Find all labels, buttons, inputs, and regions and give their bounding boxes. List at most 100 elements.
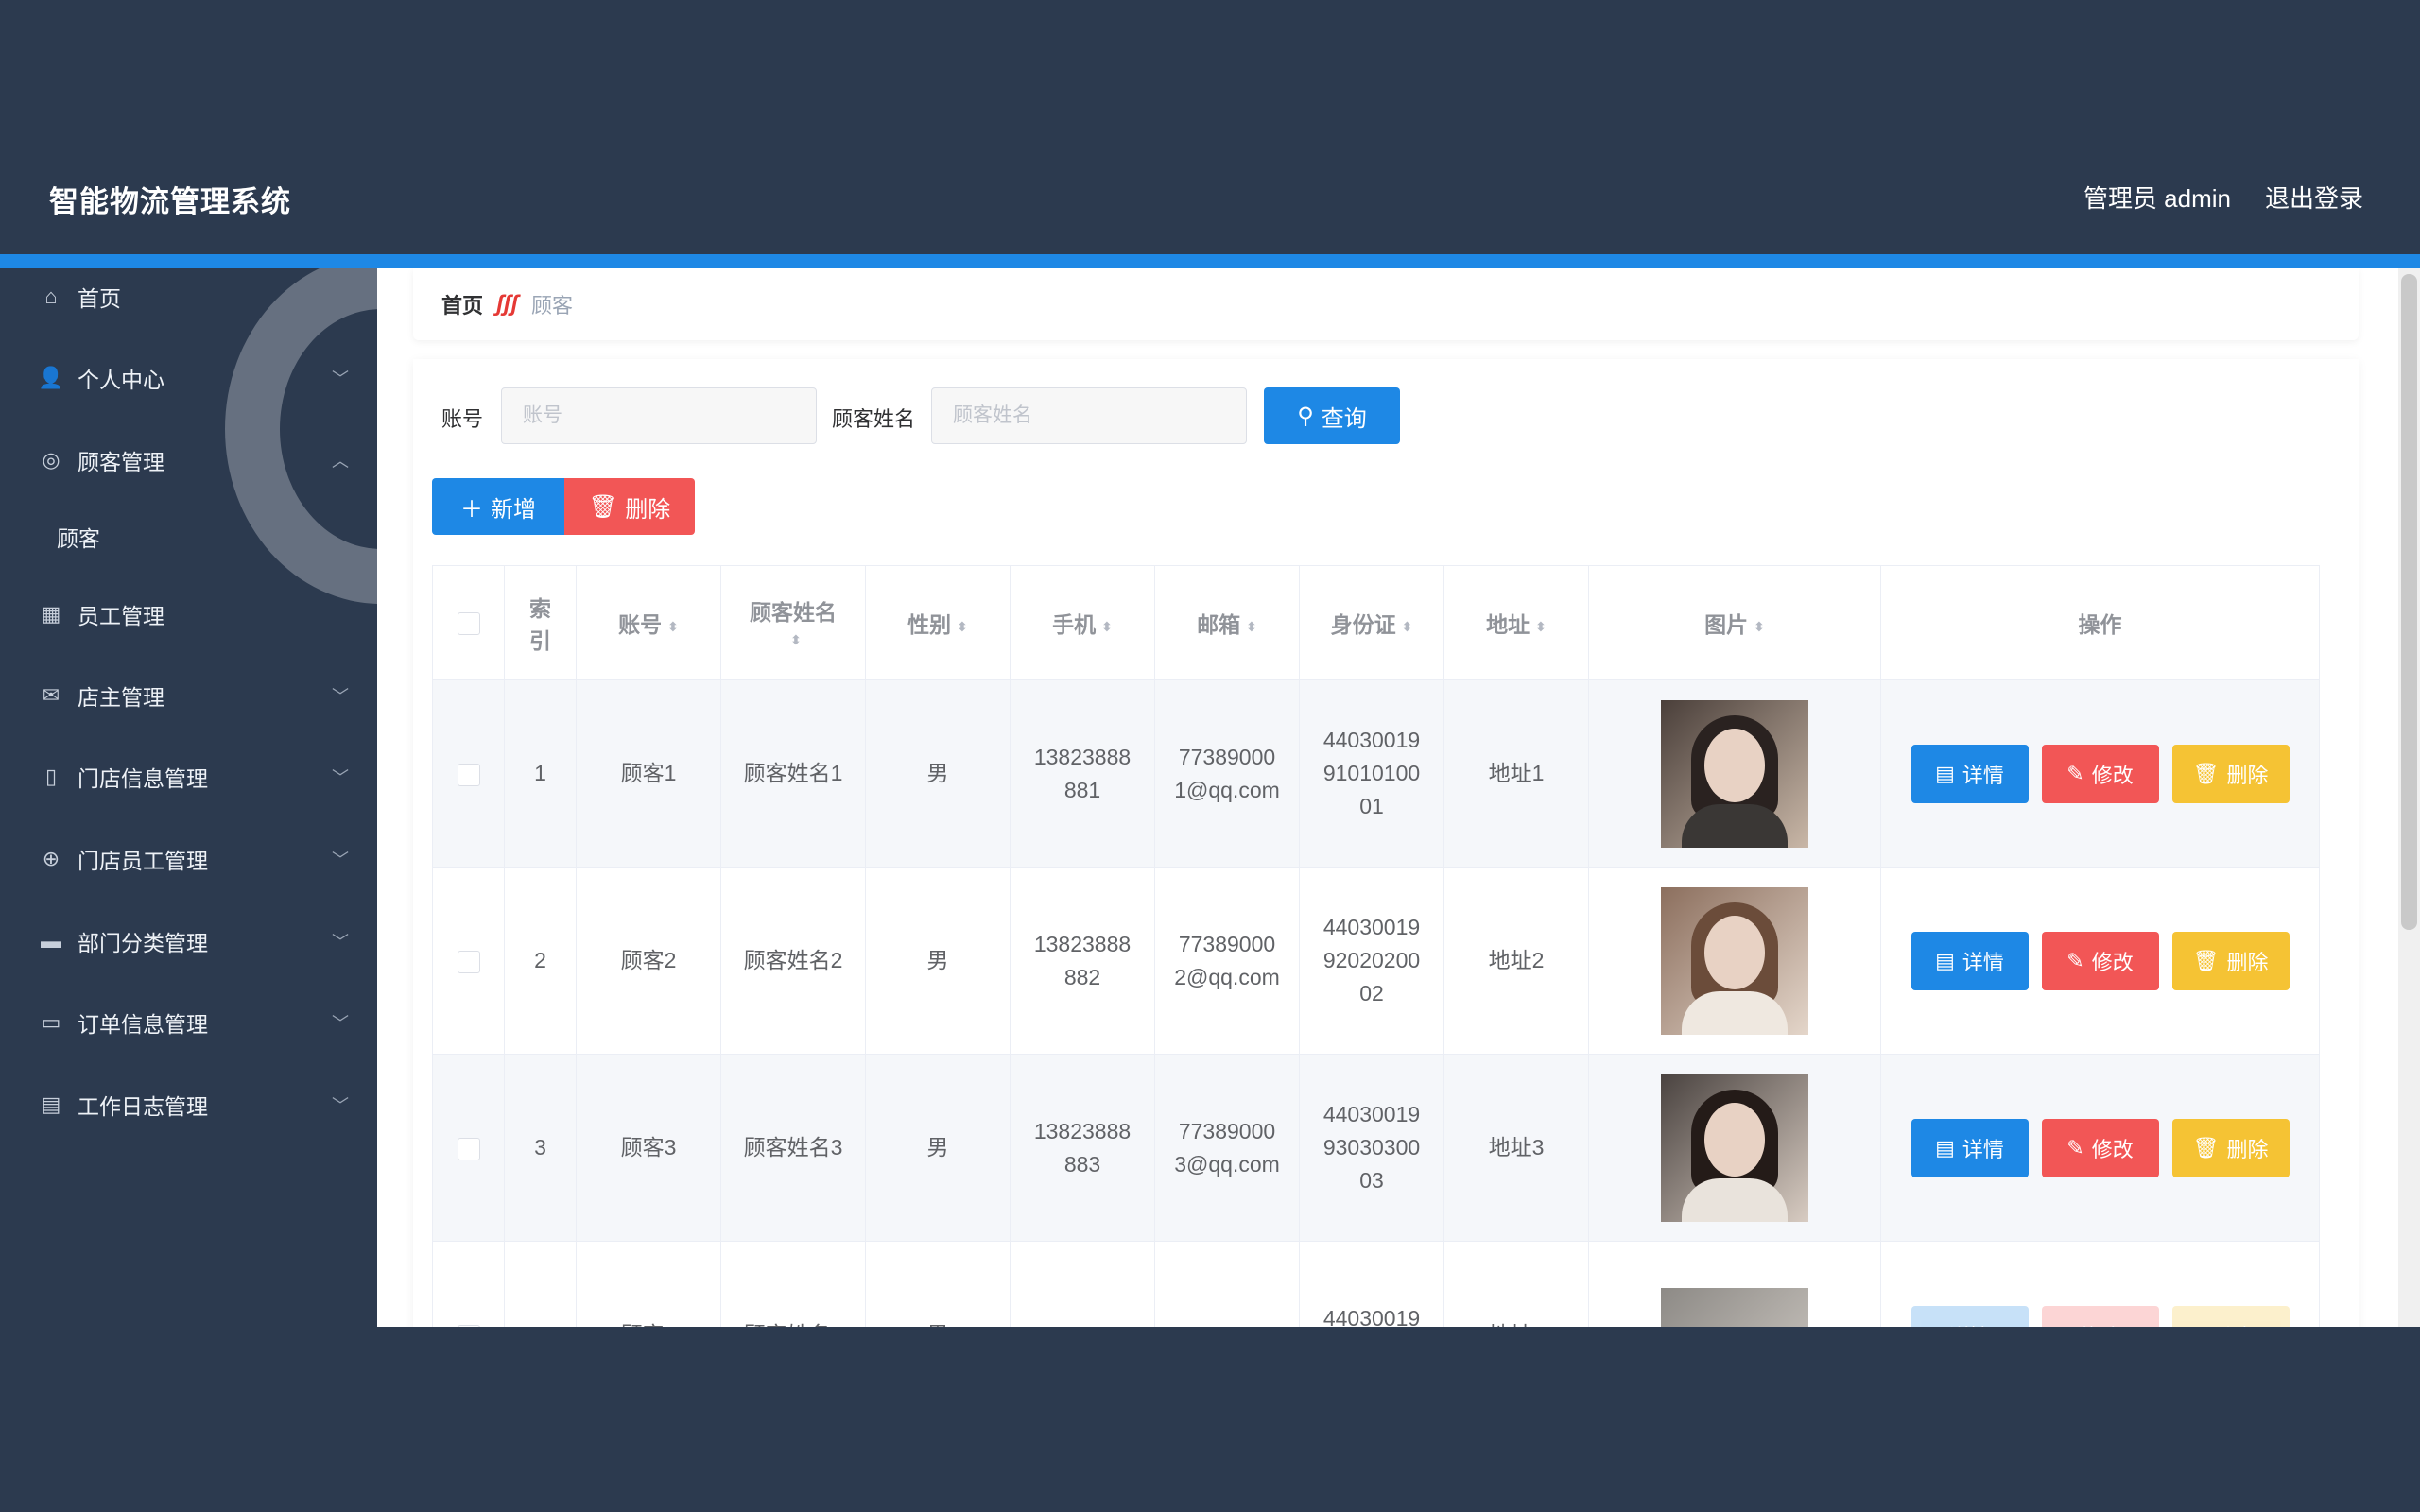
- trash-icon: 🗑: [2192, 1135, 2220, 1160]
- select-all-checkbox[interactable]: [457, 612, 480, 636]
- account-input[interactable]: [501, 387, 817, 444]
- cell-customer-name: 顾客姓名1: [720, 679, 866, 868]
- edit-button[interactable]: ✎ 修改: [2041, 1118, 2159, 1177]
- add-button[interactable]: ＋ 新增: [432, 478, 564, 535]
- cell-phone: 13823888: [1010, 1241, 1155, 1327]
- table-row: 4 顾客4 顾客姓名4 男 13823888 77389000 44030019…: [432, 1241, 2320, 1327]
- cell-address: 地址4: [1443, 1241, 1589, 1327]
- sort-icon[interactable]: ⬍: [1535, 620, 1547, 633]
- sidebar-item-department-management[interactable]: ▬ 部门分类管理 ﹀: [0, 913, 377, 970]
- header-account[interactable]: 账号 ⬍: [576, 565, 721, 680]
- cell-photo: [1588, 1054, 1881, 1242]
- header-operations: 操作: [1880, 565, 2320, 680]
- batch-delete-button[interactable]: 🗑 删除: [564, 478, 695, 535]
- cell-index: 4: [504, 1241, 577, 1327]
- app-title: 智能物流管理系统: [49, 185, 291, 218]
- detail-button[interactable]: ▤ 详情: [1910, 931, 2029, 990]
- cell-customer-name: 顾客姓名3: [720, 1054, 866, 1242]
- cell-address: 地址2: [1443, 867, 1589, 1055]
- cell-index: 1: [504, 679, 577, 868]
- header-address[interactable]: 地址 ⬍: [1443, 565, 1589, 680]
- delete-button[interactable]: 🗑 删除: [2171, 1118, 2290, 1177]
- edit-button[interactable]: ✎ 修改: [2041, 931, 2159, 990]
- cell-photo: [1588, 1241, 1881, 1327]
- scrollbar-thumb[interactable]: [2401, 274, 2417, 930]
- sort-icon[interactable]: ⬍: [667, 620, 679, 633]
- cell-email: 77389000 2@qq.com: [1154, 867, 1300, 1055]
- customer-name-input[interactable]: [931, 387, 1247, 444]
- header-customer-name[interactable]: 顾客姓名 ⬍: [720, 565, 866, 680]
- breadcrumb-home[interactable]: 首页: [441, 289, 483, 319]
- breadcrumb-current: 顾客: [531, 294, 574, 318]
- customer-photo[interactable]: [1661, 1074, 1808, 1222]
- row-checkbox[interactable]: [457, 1137, 480, 1160]
- briefcase-icon: ▤: [41, 1092, 61, 1116]
- customer-name-label: 顾客姓名: [832, 407, 916, 431]
- cell-email: 77389000: [1154, 1241, 1300, 1327]
- delete-button[interactable]: 🗑 删除: [2171, 931, 2290, 990]
- sidebar-subitem-customer[interactable]: 顾客: [57, 510, 100, 563]
- cell-phone: 13823888 882: [1010, 867, 1155, 1055]
- sidebar-item-worklog-management[interactable]: ▤ 工作日志管理 ﹀: [0, 1076, 377, 1133]
- breadcrumb: 首页 ʃʃʃ 顾客: [413, 268, 2359, 340]
- cell-account: 顾客4: [576, 1241, 721, 1327]
- sidebar-item-order-management[interactable]: ▭ 订单信息管理 ﹀: [0, 994, 377, 1051]
- customer-photo[interactable]: [1661, 699, 1808, 848]
- sort-icon[interactable]: ⬍: [1246, 620, 1257, 633]
- sidebar-item-home[interactable]: ⌂ 首页: [0, 268, 377, 325]
- breadcrumb-separator-icon: ʃʃʃ: [496, 291, 519, 317]
- app-header: 智能物流管理系统 管理员 admin 退出登录: [0, 0, 2420, 254]
- edit-button[interactable]: 修改: [2041, 1305, 2159, 1327]
- main-content: 首页 ʃʃʃ 顾客 账号 顾客姓名 ⚲ 查询 ＋ 新增 🗑 删除: [377, 268, 2398, 1327]
- home-icon: ⌂: [44, 284, 58, 308]
- cell-operations: ▤ 详情 ✎ 修改 🗑 删除: [1880, 679, 2320, 868]
- bottom-band: [0, 1327, 2420, 1512]
- header-phone[interactable]: 手机 ⬍: [1010, 565, 1155, 680]
- detail-button[interactable]: 详情: [1910, 1305, 2029, 1327]
- sidebar-item-store-info-management[interactable]: ▯ 门店信息管理 ﹀: [0, 748, 377, 805]
- row-checkbox[interactable]: [457, 950, 480, 973]
- sidebar-item-store-staff-management[interactable]: ⊕ 门店员工管理 ﹀: [0, 831, 377, 887]
- sidebar: ⌂ 首页 👤 个人中心 ﹀ ◎ 顾客管理 ︿ 顾客 ▦ 员工管理 ✉ 店主管理 …: [0, 268, 377, 1327]
- phone-icon: ▯: [44, 765, 58, 788]
- sort-icon[interactable]: ⬍: [1402, 620, 1413, 633]
- logout-link[interactable]: 退出登录: [2265, 180, 2363, 215]
- sort-icon[interactable]: ⬍: [1754, 620, 1765, 633]
- table-row: 2 顾客2 顾客姓名2 男 13823888 882 77389000 2@qq.c…: [432, 867, 2320, 1055]
- detail-button[interactable]: ▤ 详情: [1910, 744, 2029, 803]
- sort-icon[interactable]: ⬍: [1101, 620, 1113, 633]
- customer-photo[interactable]: [1661, 1287, 1808, 1327]
- header-id-card[interactable]: 身份证 ⬍: [1299, 565, 1444, 680]
- mail-icon: ✉: [42, 683, 60, 707]
- sort-icon[interactable]: ⬍: [790, 633, 802, 646]
- cell-address: 地址1: [1443, 679, 1589, 868]
- sidebar-item-customer-management[interactable]: ◎ 顾客管理 ︿: [0, 432, 377, 489]
- header-gender[interactable]: 性别 ⬍: [865, 565, 1011, 680]
- detail-button[interactable]: ▤ 详情: [1910, 1118, 2029, 1177]
- edit-button[interactable]: ✎ 修改: [2041, 744, 2159, 803]
- customer-table: 索引 账号 ⬍ 顾客姓名 ⬍ 性别 ⬍ 手机 ⬍ 邮箱 ⬍ 身份证 ⬍ 地址 ⬍ 图片 ⬍ 操作…: [432, 565, 2320, 1327]
- globe-icon: ⊕: [42, 847, 60, 870]
- cell-photo: [1588, 867, 1881, 1055]
- sort-icon[interactable]: ⬍: [957, 620, 968, 633]
- sidebar-item-staff-management[interactable]: ▦ 员工管理: [0, 586, 377, 643]
- query-button[interactable]: ⚲ 查询: [1264, 387, 1400, 444]
- delete-button[interactable]: 🗑 删除: [2171, 744, 2290, 803]
- sidebar-item-shopowner-management[interactable]: ✉ 店主管理 ﹀: [0, 667, 377, 724]
- row-checkbox[interactable]: [457, 763, 480, 786]
- customer-photo[interactable]: [1661, 886, 1808, 1035]
- sidebar-item-personal-center[interactable]: 👤 个人中心 ﹀: [0, 350, 377, 406]
- header-photo[interactable]: 图片 ⬍: [1588, 565, 1881, 680]
- admin-user-label[interactable]: 管理员 admin: [2083, 180, 2231, 215]
- cell-photo: [1588, 679, 1881, 868]
- cell-index: 3: [504, 1054, 577, 1242]
- cell-address: 地址3: [1443, 1054, 1589, 1242]
- delete-button[interactable]: 删除: [2171, 1305, 2290, 1327]
- select-all-cell[interactable]: [432, 565, 505, 680]
- cell-customer-name: 顾客姓名2: [720, 867, 866, 1055]
- pencil-icon: ✎: [2066, 761, 2084, 785]
- cell-gender: 男: [865, 1241, 1011, 1327]
- cell-id-card: 44030019 92020200 02: [1299, 867, 1444, 1055]
- header-email[interactable]: 邮箱 ⬍: [1154, 565, 1300, 680]
- chat-icon: ▬: [41, 929, 61, 953]
